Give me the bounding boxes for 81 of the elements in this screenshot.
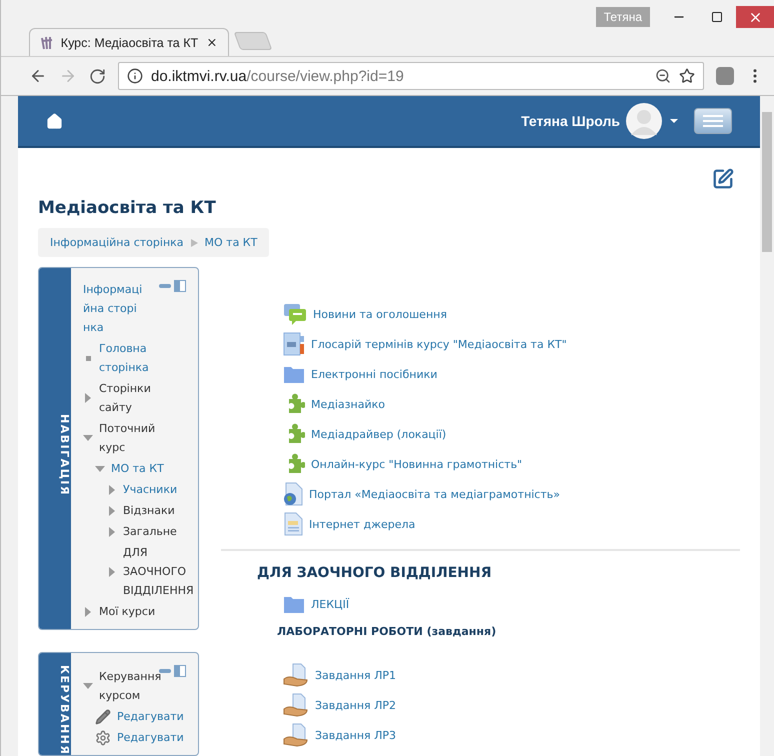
activity-link[interactable]: Завдання ЛР2 — [315, 698, 396, 712]
activity-link[interactable]: Завдання ЛР1 — [315, 668, 396, 682]
menu-button[interactable] — [694, 108, 732, 134]
block-title: КЕРУВАННЯ — [39, 653, 71, 756]
activity-link[interactable]: Глосарій термінів курсу "Медіаосвіта та КТ" — [311, 338, 567, 350]
activity-link[interactable]: Електронні посібники — [311, 368, 438, 380]
reload-icon[interactable] — [89, 68, 106, 84]
folder-icon — [283, 594, 305, 614]
caret-icon[interactable] — [668, 117, 680, 125]
nav-link[interactable]: Головна сторінка — [99, 339, 169, 377]
activity-link[interactable]: Портал «Медіаосвіта та медіаграмотність» — [309, 488, 560, 500]
gear-icon — [95, 730, 111, 746]
edit-icon[interactable] — [712, 168, 734, 190]
browser-tab[interactable]: Курс: Медіаосвіта та КТ — [29, 28, 229, 56]
dock-icon[interactable] — [174, 280, 186, 292]
activity-link[interactable]: Новини та оголошення — [313, 308, 447, 320]
breadcrumb-link[interactable]: МО та КТ — [204, 236, 258, 249]
nav-link[interactable]: Сторінки сайту — [99, 379, 169, 417]
pencil-icon — [95, 708, 111, 724]
info-icon[interactable] — [127, 68, 143, 84]
nav-link[interactable]: МО та КТ — [111, 459, 164, 478]
nav-link[interactable]: Керування курсом — [99, 667, 169, 705]
collapse-icon[interactable] — [159, 669, 171, 673]
block-title: НАВІГАЦІЯ — [39, 268, 71, 629]
collapsed-arrow-icon[interactable] — [107, 484, 117, 494]
tab-title: Курс: Медіаосвіта та КТ — [60, 36, 198, 50]
nav-link[interactable]: Учасники — [123, 480, 178, 499]
activity-link[interactable]: Медіазнайко — [311, 398, 385, 410]
nav-link[interactable]: Мої курси — [99, 602, 156, 621]
activity-link[interactable]: Завдання ЛР3 — [315, 728, 396, 742]
close-icon[interactable] — [206, 36, 218, 49]
expanded-arrow-icon[interactable] — [95, 464, 105, 474]
nav-link[interactable]: Редагувати — [117, 707, 184, 726]
globe-document-icon — [283, 482, 303, 506]
zoom-out-icon[interactable] — [655, 68, 671, 84]
extension-icon[interactable] — [716, 67, 734, 85]
hand-document-icon — [283, 663, 309, 687]
course-title: Медіаосвіта та КТ — [38, 198, 217, 218]
nav-link[interactable]: Редагувати — [117, 728, 184, 747]
breadcrumb-link[interactable]: Інформаційна сторінка — [50, 236, 184, 249]
folder-icon — [283, 364, 305, 384]
nav-link[interactable]: Поточний курс — [99, 419, 169, 457]
address-field[interactable]: do.iktmvi.rv.ua/course/view.php?id=19 — [118, 62, 704, 90]
user-name[interactable]: Тетяна Шроль — [521, 113, 620, 129]
bullet-icon — [86, 356, 91, 361]
activity-link[interactable]: Інтернет джерела — [309, 518, 416, 530]
expanded-arrow-icon[interactable] — [83, 681, 93, 691]
activity-link[interactable]: ЛЕКЦІЇ — [311, 598, 350, 610]
hand-document-icon — [283, 723, 309, 747]
forward-icon[interactable] — [59, 67, 77, 85]
avatar-icon[interactable] — [626, 103, 662, 139]
close-button[interactable] — [736, 6, 774, 28]
nav-link[interactable]: ДЛЯ ЗАОЧНОГО ВІДДІЛЕННЯ — [123, 543, 193, 600]
star-icon[interactable] — [679, 68, 695, 84]
back-icon[interactable] — [29, 67, 47, 85]
new-tab-button[interactable] — [234, 32, 272, 50]
collapsed-arrow-icon[interactable] — [107, 566, 117, 576]
separator-icon — [190, 238, 199, 248]
dock-icon[interactable] — [174, 665, 186, 677]
collapsed-arrow-icon[interactable] — [107, 526, 117, 536]
scrollbar[interactable] — [760, 96, 774, 756]
collapse-icon[interactable] — [159, 284, 171, 288]
activity-link[interactable]: Медіадрайвер (локації) — [311, 428, 446, 440]
collapsed-arrow-icon[interactable] — [83, 606, 93, 616]
url-text: do.iktmvi.rv.ua/course/view.php?id=19 — [151, 68, 405, 84]
glossary-icon — [283, 332, 305, 356]
nav-link[interactable]: Інформаційна сторінка — [83, 280, 143, 337]
activity-link[interactable]: Онлайн-курс "Новинна грамотність" — [311, 458, 522, 470]
home-icon[interactable] — [46, 112, 63, 130]
nav-link[interactable]: Відзнаки — [123, 501, 175, 520]
document-icon — [283, 512, 303, 536]
collapsed-arrow-icon[interactable] — [83, 393, 93, 403]
hand-document-icon — [283, 693, 309, 717]
nav-link[interactable]: Загальне — [123, 522, 177, 541]
site-favicon — [40, 36, 53, 50]
section-label: ЛАБОРАТОРНІ РОБОТИ (завдання) — [277, 625, 498, 638]
section-heading: ДЛЯ ЗАОЧНОГО ВІДДІЛЕННЯ — [257, 565, 492, 581]
collapsed-arrow-icon[interactable] — [107, 506, 117, 516]
chat-bubbles-icon — [283, 303, 307, 325]
maximize-icon[interactable] — [711, 11, 723, 23]
expanded-arrow-icon[interactable] — [83, 433, 93, 443]
